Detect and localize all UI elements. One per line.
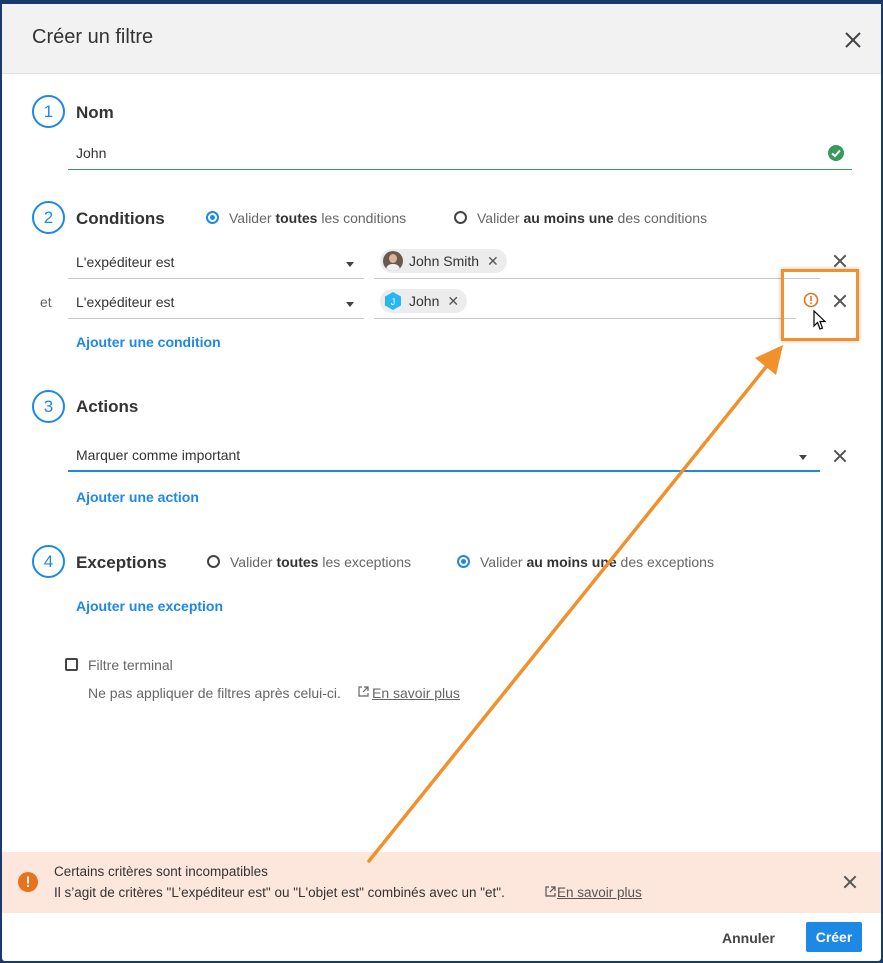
step-number-4: 4 [32,545,65,578]
terminal-filter-label[interactable]: Filtre terminal [88,657,173,673]
filter-name-input[interactable]: John [68,140,852,170]
terminal-filter-help: Ne pas appliquer de filtres après celui-… [88,685,341,701]
create-button[interactable]: Créer [806,922,862,952]
condition-value-input[interactable]: John Smith ✕ [374,249,820,279]
conditions-section-title: Conditions [76,209,165,228]
exceptions-all-radio[interactable] [207,555,220,568]
remove-condition-button[interactable] [833,254,847,268]
external-link-icon [545,886,556,897]
contact-chip: J John ✕ [380,289,468,313]
svg-text:J: J [391,297,396,307]
step-number-2: 2 [32,201,65,234]
terminal-filter-checkbox[interactable] [65,658,78,671]
add-exception-link[interactable]: Ajouter une exception [76,598,223,614]
chip-remove-icon[interactable]: ✕ [487,253,499,270]
add-condition-link[interactable]: Ajouter une condition [76,334,221,350]
terminal-learn-more-link[interactable]: En savoir plus [372,685,460,701]
action-value: Marquer comme important [76,447,241,463]
condition-connector: et [40,294,52,310]
alert-learn-more-link[interactable]: En savoir plus [557,885,642,900]
incompatible-criteria-alert: Certains critères sont incompatibles Il … [2,852,881,913]
chip-remove-icon[interactable]: ✕ [447,293,459,310]
contact-chip-label: John [409,293,440,309]
external-link-icon [358,686,369,697]
dialog-title: Créer un filtre [32,26,154,48]
condition-field-value: L'expéditeur est [76,254,175,270]
contact-hex-avatar: J [385,292,401,310]
close-icon[interactable] [841,28,865,52]
alert-title: Certains critères sont incompatibles [54,864,268,879]
create-button-label: Créer [815,929,853,945]
conditions-all-label[interactable]: Valider toutes les conditions [229,210,406,226]
condition-field-select[interactable]: L'expéditeur est [68,249,364,279]
check-circle-icon [828,145,844,161]
contact-chip-label: John Smith [409,253,480,269]
add-action-link[interactable]: Ajouter une action [76,489,199,505]
exceptions-any-label[interactable]: Valider au moins une des exceptions [480,554,714,570]
step-number-1: 1 [32,95,65,128]
contact-chip: John Smith ✕ [380,249,507,273]
dialog-header: Créer un filtre [2,4,881,74]
exceptions-section-title: Exceptions [76,553,167,572]
error-icon [18,872,38,892]
conditions-all-radio[interactable] [206,211,219,224]
exceptions-any-radio[interactable] [457,555,470,568]
avatar [383,251,403,271]
create-filter-dialog: Créer un filtre 1 Nom John 2 Conditions … [2,4,881,961]
step-number-3: 3 [32,390,65,423]
chevron-down-icon [346,302,354,307]
cursor-icon [813,310,827,330]
action-select[interactable]: Marquer comme important [68,441,820,472]
condition-field-select[interactable]: L'expéditeur est [68,289,364,319]
remove-action-button[interactable] [833,449,847,463]
chevron-down-icon [346,262,354,267]
cancel-button[interactable]: Annuler [722,930,775,946]
dismiss-alert-button[interactable] [843,875,857,889]
name-section-title: Nom [76,103,114,122]
exceptions-all-label[interactable]: Valider toutes les exceptions [230,554,411,570]
conditions-any-label[interactable]: Valider au moins une des conditions [477,210,707,226]
filter-name-value: John [76,145,107,161]
condition-field-value: L'expéditeur est [76,294,175,310]
actions-section-title: Actions [76,397,139,416]
chevron-down-icon [799,455,807,460]
conditions-any-radio[interactable] [454,211,467,224]
alert-message: Il s’agit de critères "L’expéditeur est"… [54,885,505,900]
condition-value-input[interactable]: J John ✕ [374,289,796,319]
